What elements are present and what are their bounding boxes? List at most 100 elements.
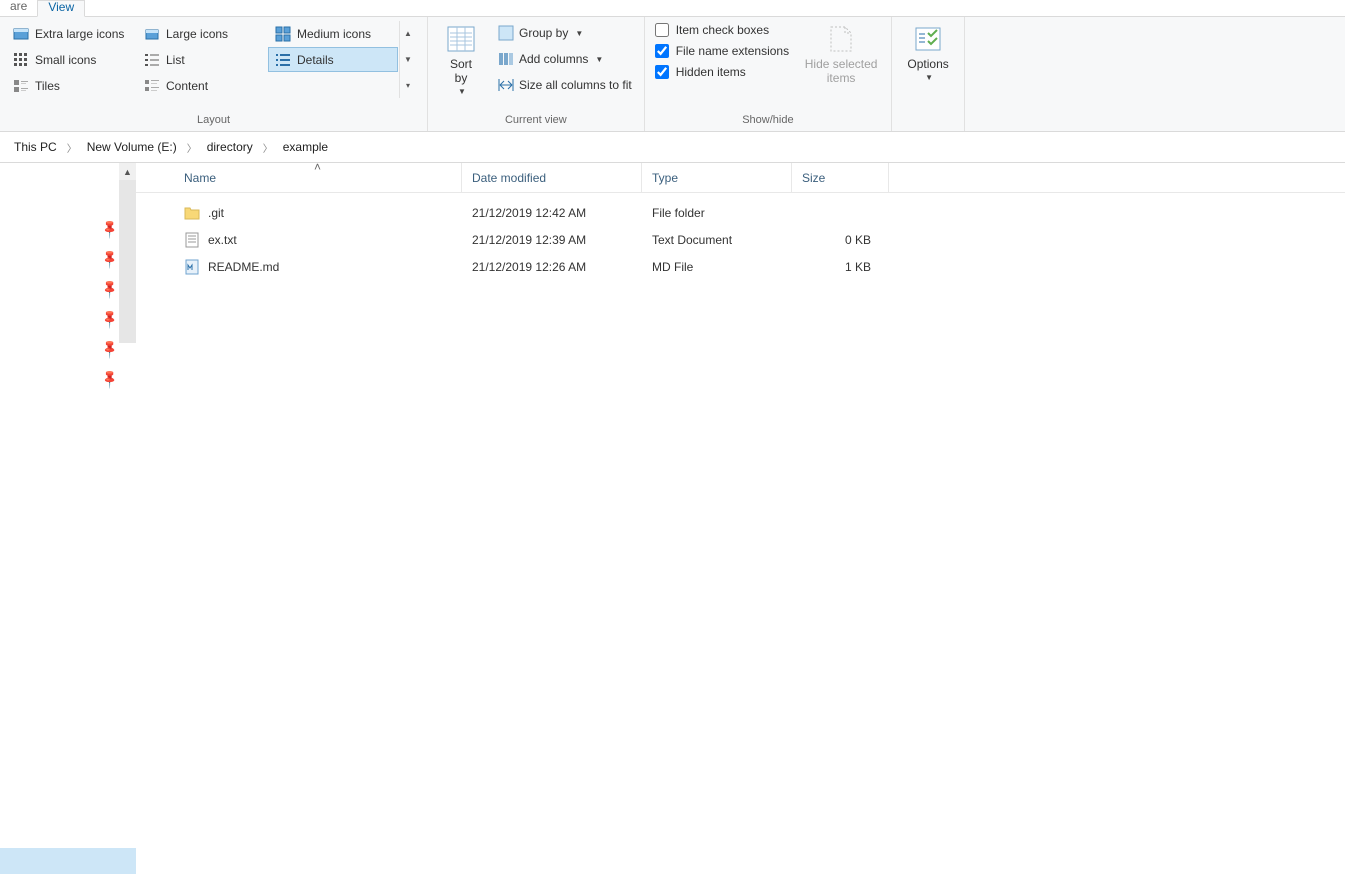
ribbon-group-label-current-view: Current view	[434, 111, 638, 129]
item-checkboxes-label: Item check boxes	[676, 23, 769, 37]
file-list-pane: Name Date modified Type Size .git 21/12/…	[136, 163, 1345, 874]
file-extensions-checkbox[interactable]	[655, 44, 669, 58]
options-icon	[912, 23, 944, 55]
main-area: ▲ 📌 📌 📌 📌 📌 📌 Name Date modified Type Si…	[0, 163, 1345, 874]
add-columns-icon	[498, 51, 514, 67]
group-by-button[interactable]: Group by ▼	[492, 21, 638, 45]
layout-label: Medium icons	[297, 27, 371, 41]
ribbon-group-current-view: Sort by ▼ Group by ▼ Add columns ▼ Size …	[428, 17, 645, 131]
sort-by-button[interactable]: Sort by ▼	[434, 21, 488, 98]
ribbon-group-label-show-hide: Show/hide	[651, 111, 885, 129]
layout-list[interactable]: List	[137, 47, 267, 72]
file-date: 21/12/2019 12:39 AM	[462, 233, 642, 247]
ribbon-group-layout: Extra large icons Large icons Medium ico…	[0, 17, 428, 131]
content-icon	[144, 78, 160, 94]
nav-selected-item[interactable]	[0, 848, 136, 874]
group-by-label: Group by	[519, 26, 568, 40]
file-date: 21/12/2019 12:26 AM	[462, 260, 642, 274]
layout-large[interactable]: Large icons	[137, 21, 267, 46]
chevron-right-icon[interactable]: 〉	[259, 140, 277, 155]
options-label: Options	[907, 57, 948, 71]
tiles-icon	[13, 78, 29, 94]
layout-spin-down[interactable]: ▼	[400, 47, 416, 73]
breadcrumb-example[interactable]: example	[279, 138, 332, 156]
file-name: ex.txt	[208, 233, 237, 247]
pin-icon: 📌	[99, 248, 122, 271]
column-header-date[interactable]: Date modified	[462, 163, 642, 192]
file-row[interactable]: README.md 21/12/2019 12:26 AM MD File 1 …	[136, 253, 1345, 280]
size-all-columns-button[interactable]: Size all columns to fit	[492, 73, 638, 97]
column-header-type[interactable]: Type	[642, 163, 792, 192]
quick-access-pins: 📌 📌 📌 📌 📌 📌	[102, 221, 118, 387]
nav-scrollbar[interactable]: ▲	[119, 163, 136, 343]
add-columns-label: Add columns	[519, 52, 588, 66]
item-checkboxes-toggle[interactable]: Item check boxes	[655, 23, 789, 37]
file-name: README.md	[208, 260, 279, 274]
hidden-items-toggle[interactable]: Hidden items	[655, 65, 789, 79]
tab-view[interactable]: View	[37, 0, 85, 17]
small-icons-icon	[13, 52, 29, 68]
details-icon	[275, 52, 291, 68]
hidden-items-checkbox[interactable]	[655, 65, 669, 79]
folder-icon	[184, 205, 200, 221]
layout-label: Tiles	[35, 79, 60, 93]
item-checkboxes-checkbox[interactable]	[655, 23, 669, 37]
md-file-icon	[184, 259, 200, 275]
layout-label: Content	[166, 79, 208, 93]
layout-label: Small icons	[35, 53, 96, 67]
size-all-columns-label: Size all columns to fit	[519, 78, 632, 92]
breadcrumb-this-pc[interactable]: This PC	[10, 138, 61, 156]
tab-share[interactable]: are	[0, 0, 37, 17]
layout-spin-up[interactable]: ▲	[400, 21, 416, 47]
layout-content[interactable]: Content	[137, 73, 267, 98]
ribbon: Extra large icons Large icons Medium ico…	[0, 17, 1345, 132]
ribbon-group-options: Options ▼	[892, 17, 965, 131]
layout-label: List	[166, 53, 185, 67]
medium-icons-icon	[275, 26, 291, 42]
file-extensions-toggle[interactable]: File name extensions	[655, 44, 789, 58]
pin-icon: 📌	[99, 338, 122, 361]
text-file-icon	[184, 232, 200, 248]
caret-down-icon: ▼	[458, 87, 466, 96]
layout-extra-large[interactable]: Extra large icons	[6, 21, 136, 46]
sort-by-icon	[445, 23, 477, 55]
layout-spin-more[interactable]: ▾	[400, 72, 416, 98]
layout-small[interactable]: Small icons	[6, 47, 136, 72]
hide-selected-items-button[interactable]: Hide selected items	[797, 21, 885, 87]
breadcrumb: This PC 〉 New Volume (E:) 〉 directory 〉 …	[0, 132, 1345, 163]
pin-icon: 📌	[99, 218, 122, 241]
add-columns-button[interactable]: Add columns ▼	[492, 47, 638, 71]
chevron-right-icon[interactable]: 〉	[183, 140, 201, 155]
ribbon-tabs: are View	[0, 0, 1345, 17]
pin-icon: 📌	[99, 278, 122, 301]
caret-down-icon: ▼	[925, 73, 933, 82]
file-row[interactable]: .git 21/12/2019 12:42 AM File folder	[136, 199, 1345, 226]
layout-details[interactable]: Details	[268, 47, 398, 72]
file-date: 21/12/2019 12:42 AM	[462, 206, 642, 220]
column-header-size[interactable]: Size	[792, 163, 889, 192]
column-header-name[interactable]: Name	[174, 163, 462, 192]
pin-icon: 📌	[99, 368, 122, 391]
breadcrumb-directory[interactable]: directory	[203, 138, 257, 156]
breadcrumb-volume[interactable]: New Volume (E:)	[83, 138, 181, 156]
file-type: File folder	[642, 206, 792, 220]
file-name: .git	[208, 206, 224, 220]
ribbon-group-show-hide: Item check boxes File name extensions Hi…	[645, 17, 892, 131]
layout-label: Extra large icons	[35, 27, 124, 41]
size-columns-icon	[498, 77, 514, 93]
caret-down-icon: ▼	[595, 55, 603, 64]
file-extensions-label: File name extensions	[676, 44, 789, 58]
chevron-right-icon[interactable]: 〉	[63, 140, 81, 155]
file-type: Text Document	[642, 233, 792, 247]
layout-medium[interactable]: Medium icons	[268, 21, 398, 46]
list-icon	[144, 52, 160, 68]
scroll-up-icon[interactable]: ▲	[119, 163, 136, 180]
file-size: 0 KB	[792, 233, 889, 247]
options-button[interactable]: Options ▼	[898, 21, 958, 84]
layout-tiles[interactable]: Tiles	[6, 73, 136, 98]
hide-selected-icon	[825, 23, 857, 55]
layout-spinner: ▲ ▼ ▾	[399, 21, 417, 98]
hide-selected-label: Hide selected items	[805, 57, 878, 85]
file-row[interactable]: ex.txt 21/12/2019 12:39 AM Text Document…	[136, 226, 1345, 253]
file-rows: .git 21/12/2019 12:42 AM File folder ex.…	[136, 193, 1345, 280]
